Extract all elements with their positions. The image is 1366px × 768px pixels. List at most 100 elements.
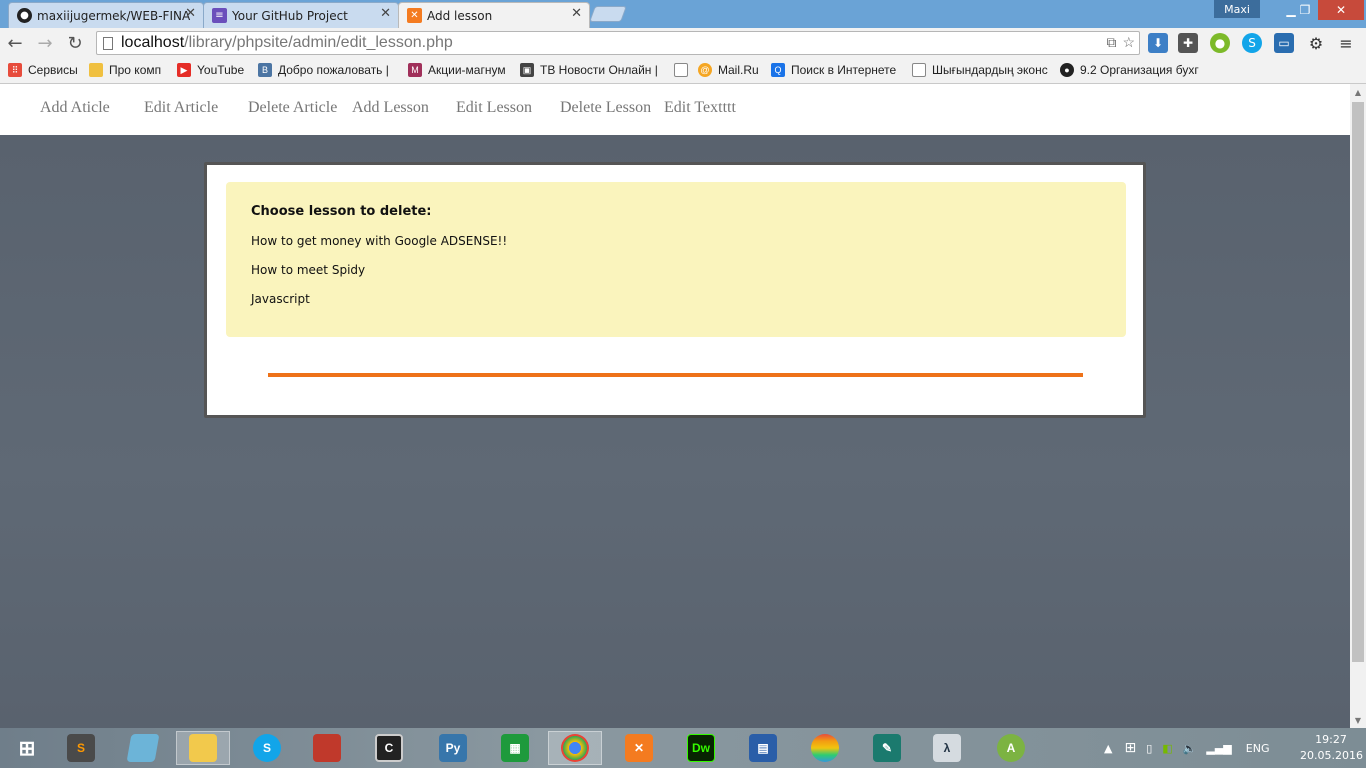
nav-add-lesson[interactable]: Add Lesson [352, 99, 429, 117]
tab-add-lesson[interactable]: ✕ Add lesson ✕ [398, 2, 590, 28]
language-indicator[interactable]: ENG [1246, 742, 1270, 755]
dark-circle-icon: ● [1060, 63, 1074, 77]
taskbar-terminal[interactable]: C [362, 731, 416, 765]
nav-edit-lesson[interactable]: Edit Lesson [456, 99, 532, 117]
nav-delete-article[interactable]: Delete Article [248, 99, 337, 117]
start-button[interactable]: ⊞ [0, 731, 54, 765]
url-path: /library/phpsite/admin/edit_lesson.php [184, 34, 453, 51]
bookmark-mailru[interactable]: @ Mail.Ru [698, 63, 759, 77]
taskbar-pattern-app[interactable]: ✎ [860, 731, 914, 765]
taskbar-calculator[interactable]: ▦ [488, 731, 542, 765]
bookmark-blank[interactable] [674, 63, 694, 77]
bookmark-tv[interactable]: ▣ ТВ Новости Онлайн | [520, 63, 658, 77]
nav-edit-text[interactable]: Edit Textttt [664, 99, 736, 117]
battery-icon[interactable]: ▯ [1146, 742, 1152, 755]
skype-icon: S [253, 734, 281, 762]
scroll-thumb[interactable] [1352, 102, 1364, 662]
tab-title: maxiijugermek/WEB-FINA [37, 8, 191, 23]
page-scrollbar[interactable]: ▲ ▼ [1350, 84, 1366, 728]
taskbar-notes[interactable] [116, 731, 170, 765]
bookmark-accounting[interactable]: ● 9.2 Организация бухг [1060, 63, 1199, 77]
floppy-disk-icon: ▤ [749, 734, 777, 762]
taskbar-explorer[interactable] [176, 731, 230, 765]
nvidia-icon[interactable]: ◧ [1162, 742, 1172, 755]
android-studio-icon: A [997, 734, 1025, 762]
calculator-icon: ▦ [501, 734, 529, 762]
admin-nav: Add Aticle Edit Article Delete Article A… [0, 84, 1350, 135]
taskbar-book[interactable] [300, 731, 354, 765]
menu-icon[interactable]: ≡ [1336, 33, 1356, 53]
clock[interactable]: 19:27 20.05.2016 [1300, 732, 1363, 764]
skype-extension-icon[interactable]: S [1242, 33, 1262, 53]
system-tray: ▲ ⊞ ▯ ◧ 🔈 ▂▄▆ ENG [1104, 728, 1269, 768]
window-close-icon[interactable]: ✕ [1318, 0, 1364, 20]
python-icon: Py [439, 734, 467, 762]
taskbar-skype[interactable]: S [240, 731, 294, 765]
scroll-up-icon[interactable]: ▲ [1350, 84, 1366, 100]
lesson-item[interactable]: How to meet Spidy [251, 263, 1101, 277]
volume-icon[interactable]: 🔈 [1183, 742, 1197, 755]
orange-divider [268, 373, 1083, 377]
taskbar-sublime[interactable]: S [54, 731, 108, 765]
tab-github-repo[interactable]: ● maxiijugermek/WEB-FINA ✕ [8, 2, 204, 28]
taskbar-rainbow-app[interactable] [798, 731, 852, 765]
profile-badge[interactable]: Maxi [1214, 0, 1260, 18]
bookmark-magnum[interactable]: M Акции-магнум [408, 63, 506, 77]
taskbar-save-app[interactable]: ▤ [736, 731, 790, 765]
forward-icon[interactable]: → [34, 32, 56, 54]
url-host: localhost [121, 34, 185, 51]
taskbar-xampp[interactable]: ✕ [612, 731, 666, 765]
taskbar-python[interactable]: Py [426, 731, 480, 765]
lesson-item[interactable]: How to get money with Google ADSENSE!! [251, 234, 1101, 248]
extension-icon[interactable]: ✚ [1178, 33, 1198, 53]
bookmark-folder[interactable]: Про комп [89, 63, 161, 77]
folder-icon [89, 63, 103, 77]
close-tab-icon[interactable]: ✕ [571, 6, 582, 21]
dreamweaver-icon: Dw [687, 734, 715, 762]
bookmark-services[interactable]: ⠿ Сервисы [8, 63, 78, 77]
vk-icon: B [258, 63, 272, 77]
nav-delete-lesson[interactable]: Delete Lesson [560, 99, 651, 117]
new-tab-button[interactable] [589, 6, 627, 22]
reload-icon[interactable]: ↻ [64, 32, 86, 54]
tv-icon: ▣ [520, 63, 534, 77]
delete-lesson-heading: Choose lesson to delete: [251, 204, 432, 219]
taskbar-chrome[interactable] [548, 731, 602, 765]
back-icon[interactable]: ← [4, 32, 26, 54]
taskbar-dreamweaver[interactable]: Dw [674, 731, 728, 765]
bookmark-youtube[interactable]: ▶ YouTube [177, 63, 244, 77]
tab-title: Your GitHub Project [232, 8, 348, 23]
close-tab-icon[interactable]: ✕ [380, 6, 391, 21]
clock-time: 19:27 [1315, 733, 1347, 746]
content-panel: Choose lesson to delete: How to get mone… [204, 162, 1146, 418]
close-tab-icon[interactable]: ✕ [185, 6, 196, 21]
bookmark-star-icon[interactable]: ☆ [1122, 34, 1135, 51]
taskbar-lambda-app[interactable]: λ [920, 731, 974, 765]
nav-add-article[interactable]: Add Aticle [40, 99, 110, 117]
bookmark-document[interactable]: Шығындардың эконс [912, 63, 1048, 77]
terminal-icon: C [375, 734, 403, 762]
translate-icon[interactable]: ⧉ [1106, 34, 1116, 51]
clock-date: 20.05.2016 [1300, 749, 1363, 762]
tab-github-project[interactable]: ≡ Your GitHub Project ✕ [203, 2, 399, 28]
bookmark-search[interactable]: Q Поиск в Интернете [771, 63, 896, 77]
taskbar-android-studio[interactable]: A [984, 731, 1038, 765]
browser-toolbar: ← → ↻ localhost/library/phpsite/admin/ed… [0, 28, 1366, 58]
github-icon: ● [17, 8, 32, 23]
extension-green-icon[interactable]: ● [1210, 33, 1230, 53]
windows-taskbar: ⊞ S S C Py ▦ ✕ Dw ▤ ✎ λ A ▲ ⊞ ▯ ◧ 🔈 ▂▄▆ … [0, 728, 1366, 768]
scroll-down-icon[interactable]: ▼ [1350, 712, 1366, 728]
cast-icon[interactable]: ▭ [1274, 33, 1294, 53]
address-bar[interactable]: localhost/library/phpsite/admin/edit_les… [96, 31, 1140, 55]
settings-gear-icon[interactable]: ⚙ [1306, 33, 1326, 53]
tray-expand-icon[interactable]: ▲ [1104, 742, 1112, 755]
bookmark-vk[interactable]: B Добро пожаловать | [258, 63, 389, 77]
nav-edit-article[interactable]: Edit Article [144, 99, 218, 117]
magnum-icon: M [408, 63, 422, 77]
page-icon [103, 37, 113, 50]
download-extension-icon[interactable]: ⬇ [1148, 33, 1168, 53]
tray-windows-icon[interactable]: ⊞ [1124, 740, 1136, 756]
lesson-item[interactable]: Javascript [251, 292, 1101, 306]
restore-icon[interactable]: ❐ [1290, 0, 1320, 20]
network-signal-icon[interactable]: ▂▄▆ [1206, 742, 1231, 755]
